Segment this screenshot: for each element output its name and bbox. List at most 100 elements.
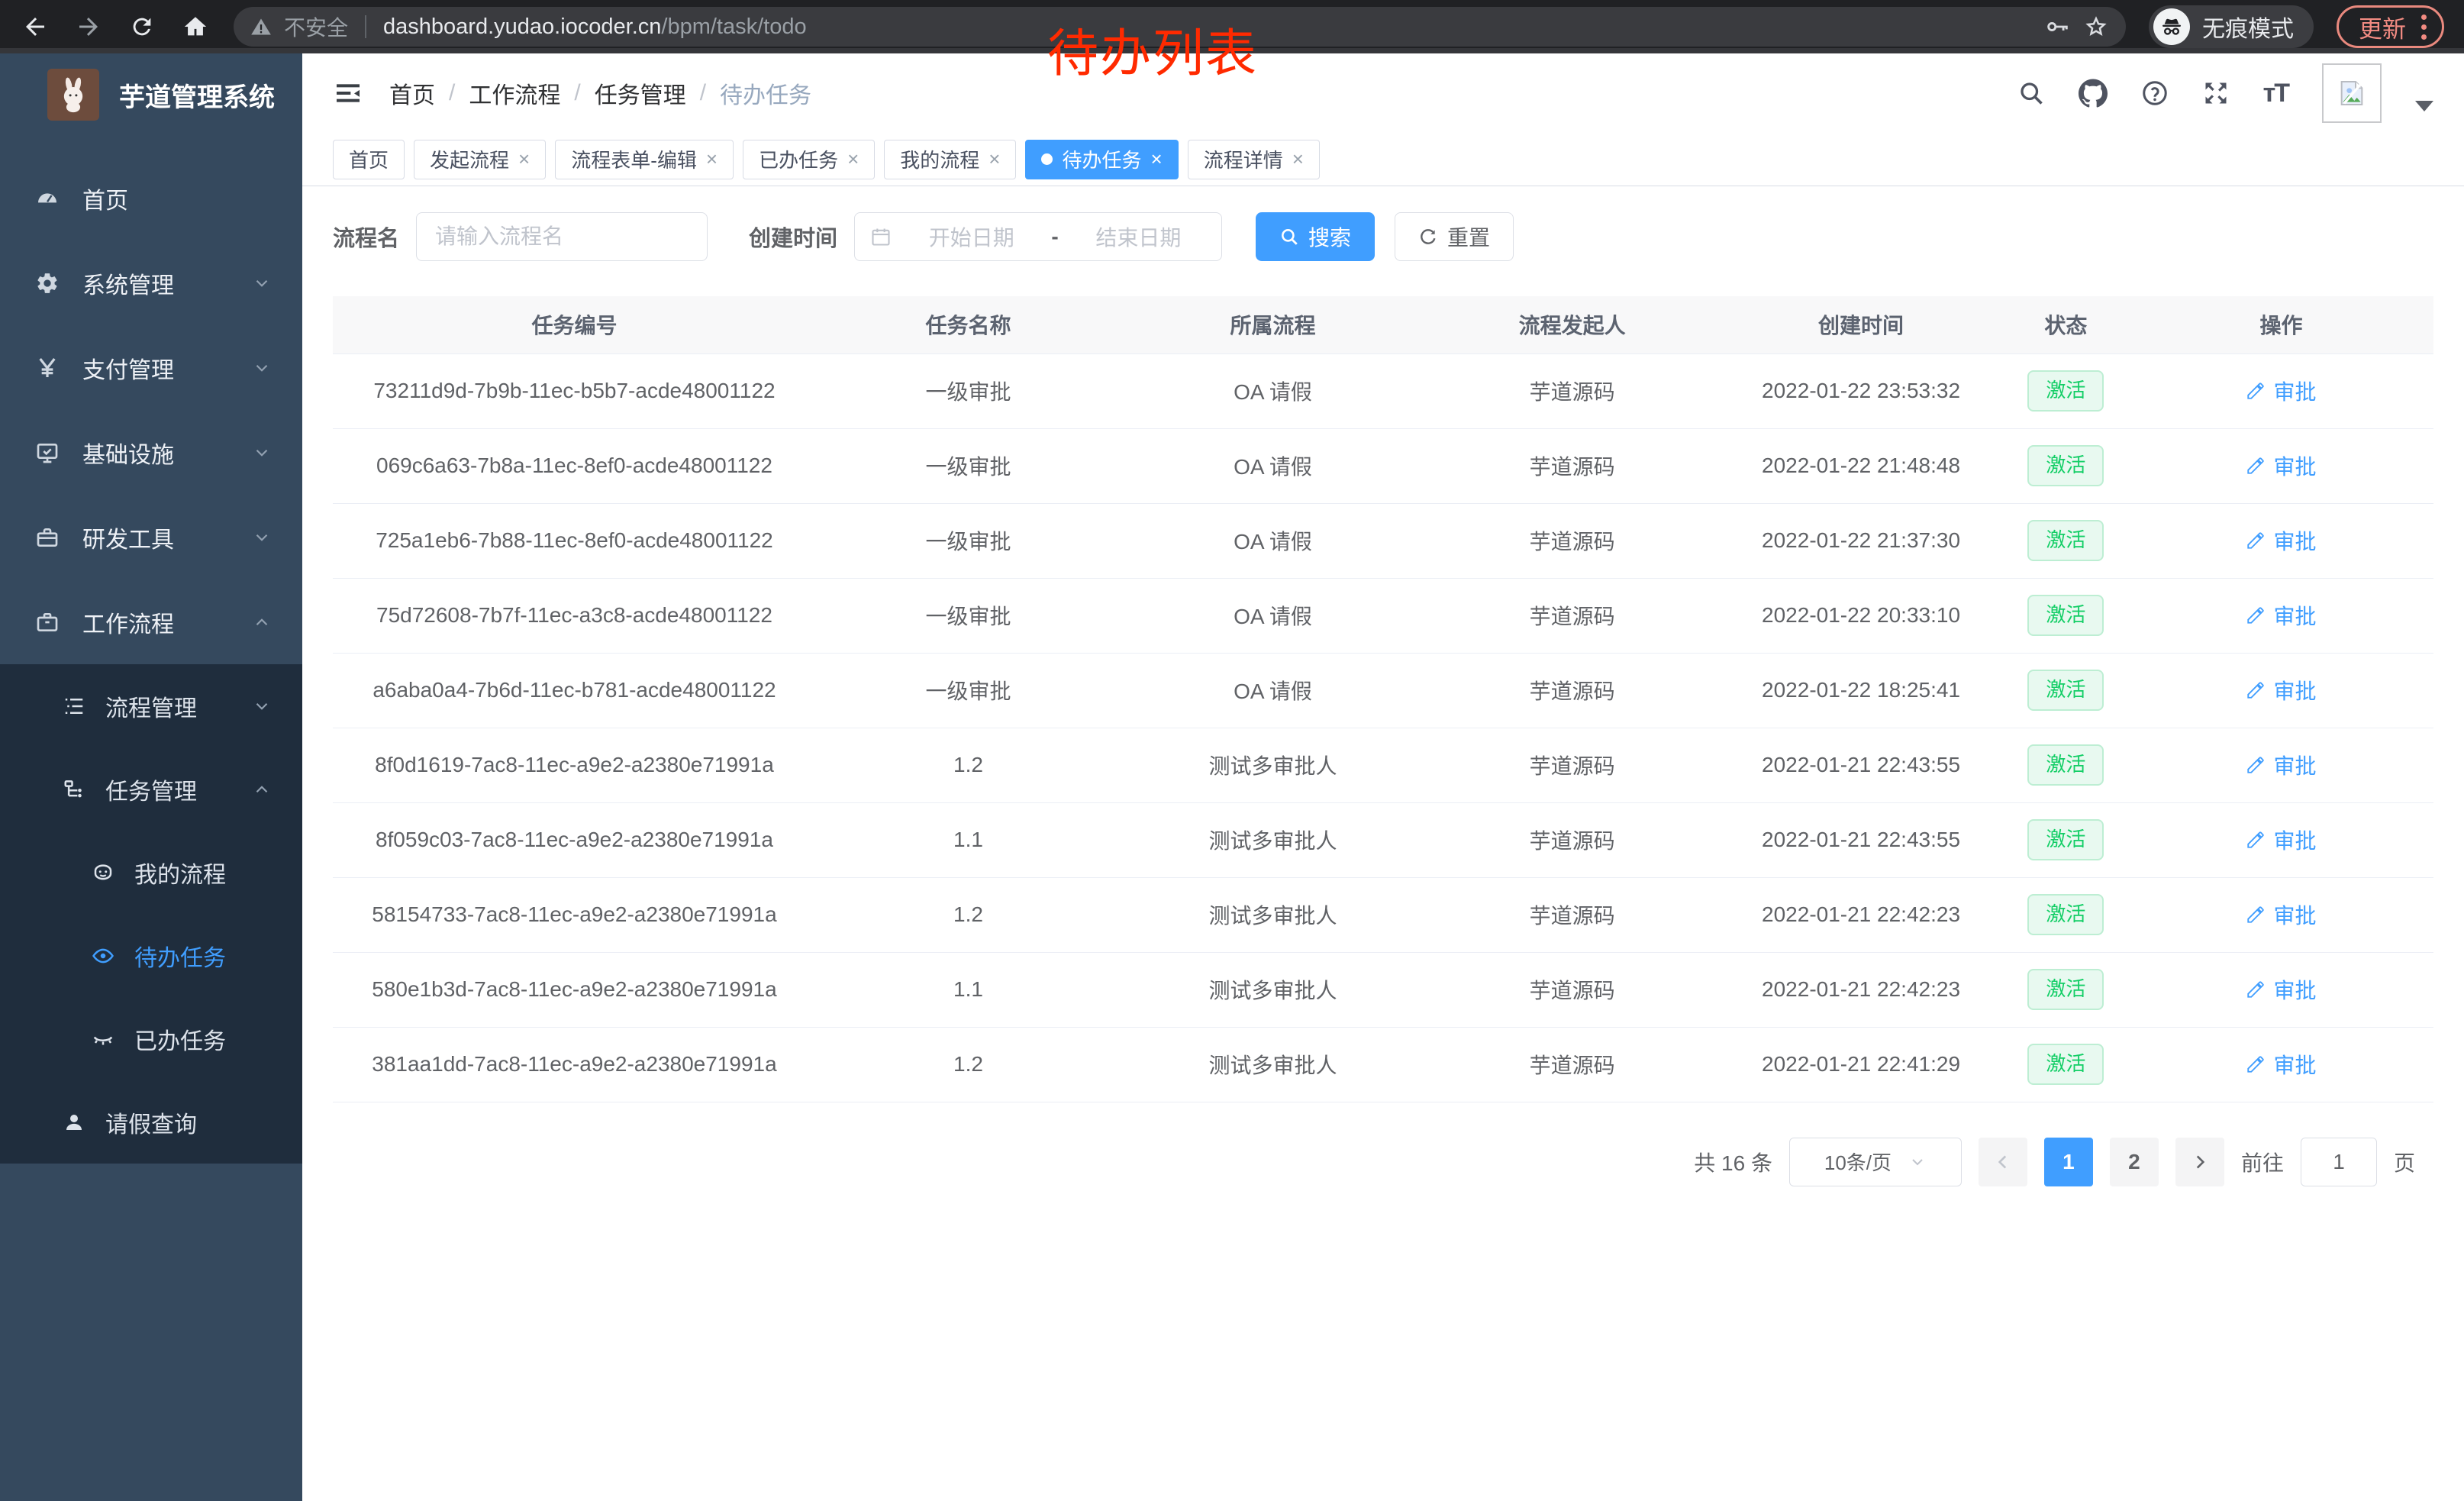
next-page-button[interactable] [2175,1138,2224,1186]
create-time-cell: 2022-01-21 22:43:55 [1719,802,2003,877]
process-cell: OA 请假 [1121,503,1425,578]
goto-page-input[interactable] [2301,1138,2377,1186]
sidebar-item-devtools[interactable]: 研发工具 [0,495,302,579]
task-name-cell: 1.1 [816,802,1121,877]
bookmark-star-icon[interactable] [2083,14,2109,40]
tab-done-tasks[interactable]: 已办任务× [743,140,875,179]
approve-link[interactable]: 审批 [2246,675,2316,705]
approve-link[interactable]: 审批 [2246,899,2316,930]
table-row: 580e1b3d-7ac8-11ec-a9e2-a2380e71991a 1.1… [333,952,2433,1027]
process-name-input[interactable] [416,212,708,261]
status-badge: 激活 [2027,969,2104,1009]
status-badge: 激活 [2027,744,2104,785]
avatar[interactable] [2322,63,2382,123]
chevron-down-icon [252,273,272,293]
search-button[interactable]: 搜索 [1256,212,1375,261]
forward-icon[interactable] [73,11,104,42]
task-id-cell: 725a1eb6-7b88-11ec-8ef0-acde48001122 [333,503,816,578]
github-icon[interactable] [2079,79,2108,108]
approve-link[interactable]: 审批 [2246,600,2316,631]
sidebar-menu: 首页 系统管理 支付管理 基础设施 研发工具 [0,136,302,1164]
chevron-down-icon [252,696,272,716]
close-icon[interactable]: × [1151,147,1163,171]
password-key-icon[interactable] [2045,14,2071,40]
table-header-row: 任务编号 任务名称 所属流程 流程发起人 创建时间 状态 操作 [333,296,2433,353]
approve-link[interactable]: 审批 [2246,974,2316,1005]
fullscreen-icon[interactable] [2202,79,2230,107]
sidebar: 芋道管理系统 首页 系统管理 支付管理 基础设施 [0,53,302,1501]
process-name-label: 流程名 [333,221,399,253]
font-size-icon[interactable]: тT [2263,79,2288,108]
status-badge: 激活 [2027,595,2104,635]
sidebar-item-my-process[interactable]: 我的流程 [0,831,302,914]
breadcrumb-current: 待办任务 [720,76,811,110]
help-icon[interactable] [2141,79,2169,107]
tab-start-process[interactable]: 发起流程× [414,140,546,179]
home-icon[interactable] [180,11,211,42]
divider [365,15,366,38]
update-button[interactable]: 更新 [2337,5,2444,48]
sidebar-item-process-mgmt[interactable]: 流程管理 [0,664,302,747]
close-icon[interactable]: × [518,147,530,171]
sidebar-item-infra[interactable]: 基础设施 [0,410,302,495]
date-range-picker[interactable]: 开始日期 - 结束日期 [854,212,1222,261]
sidebar-item-done-tasks[interactable]: 已办任务 [0,997,302,1080]
process-cell: 测试多审批人 [1121,728,1425,802]
chevron-up-icon [252,780,272,799]
search-icon [1279,227,1299,247]
breadcrumb-task-mgmt[interactable]: 任务管理 [595,76,686,110]
search-icon[interactable] [2017,79,2045,107]
avatar-caret-icon[interactable] [2415,101,2433,111]
tab-home[interactable]: 首页 [333,140,405,179]
sidebar-item-home[interactable]: 首页 [0,156,302,240]
task-id-cell: 8f059c03-7ac8-11ec-a9e2-a2380e71991a [333,802,816,877]
close-icon[interactable]: × [706,147,718,171]
total-count: 共 16 条 [1694,1147,1772,1177]
url-text[interactable]: dashboard.yudao.iocoder.cn/bpm/task/todo [383,15,807,40]
sidebar-item-leave-query[interactable]: 请假查询 [0,1080,302,1164]
create-time-cell: 2022-01-22 20:33:10 [1719,578,2003,653]
close-icon[interactable]: × [1292,147,1304,171]
sidebar-item-system[interactable]: 系统管理 [0,240,302,325]
page-size-select[interactable]: 10条/页 [1789,1138,1962,1186]
tab-process-detail[interactable]: 流程详情× [1188,140,1320,179]
reload-icon[interactable] [127,11,157,42]
task-id-cell: 75d72608-7b7f-11ec-a3c8-acde48001122 [333,578,816,653]
close-icon[interactable]: × [847,147,859,171]
approve-link[interactable]: 审批 [2246,750,2316,780]
chevron-down-icon [1908,1153,1927,1171]
approve-link[interactable]: 审批 [2246,450,2316,481]
edit-icon [2246,456,2266,476]
approve-link[interactable]: 审批 [2246,376,2316,406]
starter-cell: 芋道源码 [1425,353,1719,428]
close-icon[interactable]: × [989,147,1000,171]
app-logo-row[interactable]: 芋道管理系统 [0,53,302,136]
page-2-button[interactable]: 2 [2110,1138,2159,1186]
sidebar-item-todo-tasks[interactable]: 待办任务 [0,914,302,997]
sidebar-item-task-mgmt[interactable]: 任务管理 [0,747,302,831]
reset-button[interactable]: 重置 [1395,212,1514,261]
approve-link[interactable]: 审批 [2246,825,2316,855]
status-badge: 激活 [2027,445,2104,486]
breadcrumb-home[interactable]: 首页 [389,76,435,110]
action-cell: 审批 [2129,503,2433,578]
tab-my-process[interactable]: 我的流程× [884,140,1016,179]
active-dot [1041,153,1053,165]
browser-menu-icon[interactable] [2421,15,2427,40]
tab-form-edit[interactable]: 流程表单-编辑× [555,140,734,179]
chevron-down-icon [252,443,272,463]
approve-link[interactable]: 审批 [2246,525,2316,556]
sidebar-item-payment[interactable]: 支付管理 [0,325,302,410]
prev-page-button[interactable] [1979,1138,2027,1186]
sidebar-item-workflow[interactable]: 工作流程 [0,579,302,664]
back-icon[interactable] [20,11,50,42]
approve-link[interactable]: 审批 [2246,1049,2316,1080]
breadcrumb-workflow[interactable]: 工作流程 [469,76,560,110]
page-1-button[interactable]: 1 [2044,1138,2093,1186]
tree-list-icon [63,695,85,718]
collapse-sidebar-icon[interactable] [333,78,363,108]
security-label[interactable]: 不安全 [284,11,348,42]
logo-image [47,69,99,121]
tab-todo-tasks[interactable]: 待办任务× [1025,140,1178,179]
table-row: 58154733-7ac8-11ec-a9e2-a2380e71991a 1.2… [333,877,2433,952]
